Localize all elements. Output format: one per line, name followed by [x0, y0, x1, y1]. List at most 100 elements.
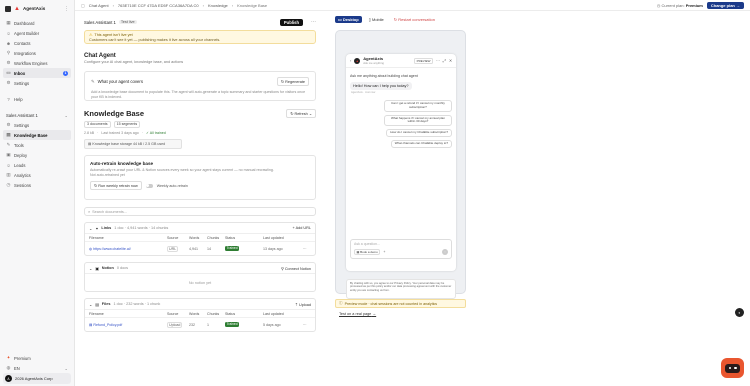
- mobile-tab[interactable]: ▯ Mobile: [366, 16, 387, 23]
- upload-button[interactable]: ⇡ Upload: [295, 302, 311, 307]
- desktop-tab[interactable]: ▭ Desktop: [335, 16, 362, 23]
- panel-icon[interactable]: ▢: [81, 3, 85, 8]
- chevron-down-icon[interactable]: ⌄: [89, 302, 92, 307]
- notion-icon: ▣: [95, 266, 99, 271]
- chat-launcher-icon[interactable]: [721, 358, 744, 378]
- sidebar-item-integrations[interactable]: ⚲ Integrations: [3, 48, 71, 58]
- plus-icon[interactable]: +: [383, 250, 385, 254]
- book-demo-button[interactable]: ▦ Book a demo: [354, 249, 381, 255]
- crumb-agent-id[interactable]: 763E710E CCF 47DA ED5F CCA36A7DA C0: [118, 3, 199, 8]
- connect-notion-button[interactable]: ⚲ Connect Notion: [281, 266, 311, 271]
- language-selector[interactable]: ◍ EN ⌄: [3, 363, 71, 373]
- add-url-button[interactable]: + Add URL: [293, 226, 312, 230]
- logo-icon: ▲: [14, 5, 20, 12]
- chevron-down-icon[interactable]: ⌄: [89, 266, 92, 271]
- privacy-notice: By chatting with us, you agree to our Pr…: [346, 279, 456, 299]
- sidebar-item-help[interactable]: ? Help: [3, 94, 71, 104]
- sidebar-item-settings[interactable]: ⚙ Settings: [3, 78, 71, 88]
- arrow-right-icon: →: [736, 2, 740, 8]
- section-subtitle: Configure your AI chat agent, knowledge …: [84, 60, 184, 64]
- table-row[interactable]: ◍ https://www.chatelite.ai/ URL 4,941 14…: [85, 242, 315, 255]
- chevron-right-icon: ›: [112, 2, 114, 8]
- suggestion-chip[interactable]: How do I cancel my ChatElite subscriptio…: [386, 129, 452, 137]
- file-link[interactable]: ▤ Refund_Policy.pdf: [89, 323, 167, 327]
- publish-button[interactable]: Publish: [279, 18, 303, 26]
- suggestion-chip[interactable]: What channels can ChatElite deploy to?: [390, 139, 452, 148]
- change-plan-button[interactable]: Change plan →: [706, 1, 744, 9]
- chevron-left-icon[interactable]: ‹: [350, 59, 351, 63]
- chat-widget: ‹ ▲ AgentAxis Ask me anything PREVIEW ⋯ ⤢…: [346, 54, 456, 271]
- agent-item-leads[interactable]: ☺ Leads: [3, 160, 71, 170]
- agent-item-sessions[interactable]: ◷ Sessions: [3, 180, 71, 190]
- avatar: ▲: [354, 57, 361, 64]
- regenerate-button[interactable]: ↻ Regenerate: [276, 77, 309, 86]
- alert-text: Customers can't see it yet — publishing …: [89, 37, 221, 42]
- theme-toggle-icon[interactable]: ◐: [735, 308, 744, 317]
- crumb-current: Knowledge Base: [237, 2, 268, 8]
- sidebar-item-workflow-engines[interactable]: ⚙ Workflow Engines: [3, 58, 71, 68]
- sidebar-toggle-icon[interactable]: [5, 5, 11, 12]
- chat-input[interactable]: Ask a question... ▦ Book a demo + ↑: [350, 239, 452, 259]
- search-input[interactable]: ⌕ Search documents...: [84, 207, 316, 216]
- star-icon: ✦: [6, 355, 11, 360]
- plan-info: ◷ Current plan: Premium: [656, 2, 703, 8]
- close-icon[interactable]: ✕: [449, 58, 452, 63]
- sidebar-item-inbox[interactable]: ▭ Inbox 1: [3, 68, 71, 78]
- more-vertical-icon[interactable]: ⋮: [64, 6, 69, 12]
- agent-name: Sales Assistant 1: [84, 19, 116, 25]
- agent-item-analytics[interactable]: ▥ Analytics: [3, 170, 71, 180]
- more-horizontal-icon[interactable]: ⋯: [436, 58, 440, 63]
- globe-icon: ◍: [6, 365, 11, 370]
- auto-retrain-card: Auto-retrain knowledge base Automaticall…: [84, 155, 316, 200]
- premium-link[interactable]: ✦ Premium: [3, 353, 71, 363]
- sidebar-item-dashboard[interactable]: ▦ Dashboard: [3, 18, 71, 28]
- more-horizontal-icon[interactable]: ⋯: [303, 247, 313, 251]
- crumb-chat-agent[interactable]: Chat Agent: [89, 3, 109, 8]
- preview-toggle: ▭ Desktop ▯ Mobile ↻ Restart conversatio…: [335, 16, 435, 23]
- org-switcher[interactable]: A 2026 AgentAxis Corp: [3, 373, 71, 384]
- agent-item-tools[interactable]: ✎ Tools: [3, 140, 71, 150]
- restart-conversation-button[interactable]: ↻ Restart conversation: [394, 17, 435, 22]
- run-retrain-button[interactable]: ↻ Run weekly retrain now: [90, 181, 142, 191]
- search-icon: ⌕: [88, 209, 91, 214]
- refresh-button[interactable]: ↻ Refresh ⌄: [286, 109, 316, 118]
- sidebar-item-agent-builder[interactable]: ☺ Agent Builder: [3, 28, 71, 38]
- links-group: ⌄ ⚭ Links 1 doc · 4,941 words · 14 chunk…: [84, 222, 316, 256]
- more-horizontal-icon[interactable]: ⋯: [303, 323, 313, 327]
- breadcrumb: ▢ Chat Agent › 763E710E CCF 47DA ED5F CC…: [75, 0, 750, 11]
- table-row[interactable]: ▤ Refund_Policy.pdf Upload 232 1 Trained…: [85, 318, 315, 331]
- suggestion-chip[interactable]: What happens if I cancel my annual plan …: [384, 114, 452, 127]
- preview-tag: PREVIEW: [414, 57, 433, 64]
- more-horizontal-icon[interactable]: ⋯: [311, 19, 316, 25]
- clock-icon: ◷: [6, 182, 11, 187]
- info-icon: ⓘ: [339, 301, 343, 305]
- brand-name: AgentAxis: [22, 6, 46, 11]
- crumb-knowledge[interactable]: Knowledge: [208, 3, 228, 8]
- suggestion-chip[interactable]: Can I get a refund if I cancel my monthl…: [384, 100, 452, 112]
- sidebar-item-contacts[interactable]: ☻ Contacts: [3, 38, 71, 48]
- agent-selector[interactable]: Sales Assistant 1 ⌄: [3, 110, 71, 120]
- agent-item-settings[interactable]: ⚙ Settings: [3, 120, 71, 130]
- weekly-retrain-toggle[interactable]: [145, 183, 153, 188]
- chevron-down-icon: ⌄: [308, 112, 312, 116]
- expand-icon[interactable]: ⤢: [443, 59, 446, 63]
- page-title: Knowledge Base: [84, 109, 145, 118]
- link-icon: ⚭: [95, 226, 99, 231]
- sparkle-icon: ✎: [91, 78, 95, 84]
- status-badge: Trained: [225, 246, 240, 251]
- chevron-right-icon: ›: [202, 2, 204, 8]
- status-badge: Test live: [118, 20, 137, 24]
- sidebar: ▲ AgentAxis ⋮ ▦ Dashboard ☺ Agent Builder …: [0, 0, 75, 386]
- send-icon[interactable]: ↑: [442, 249, 448, 255]
- user-icon: ☺: [6, 162, 11, 168]
- test-real-page-link[interactable]: Test on a real page →: [339, 312, 376, 316]
- chevron-down-icon[interactable]: ⌄: [89, 226, 92, 231]
- agent-item-knowledge-base[interactable]: ▤ Knowledge Base: [3, 130, 71, 140]
- table-header: Filename Source Words Chunks Status Last upda…: [85, 310, 315, 318]
- sidebar-footer: ✦ Premium ◍ EN ⌄ A 2026 AgentAxis Corp: [3, 353, 71, 384]
- warning-icon: ⚠: [89, 33, 93, 37]
- file-link[interactable]: ◍ https://www.chatelite.ai/: [89, 247, 167, 251]
- files-group: ⌄ ▤ Files 1 doc · 232 words · 1 chunk ⇡ …: [84, 298, 316, 332]
- notion-empty: No notion yet: [188, 280, 212, 285]
- agent-item-deploy[interactable]: ▣ Deploy: [3, 150, 71, 160]
